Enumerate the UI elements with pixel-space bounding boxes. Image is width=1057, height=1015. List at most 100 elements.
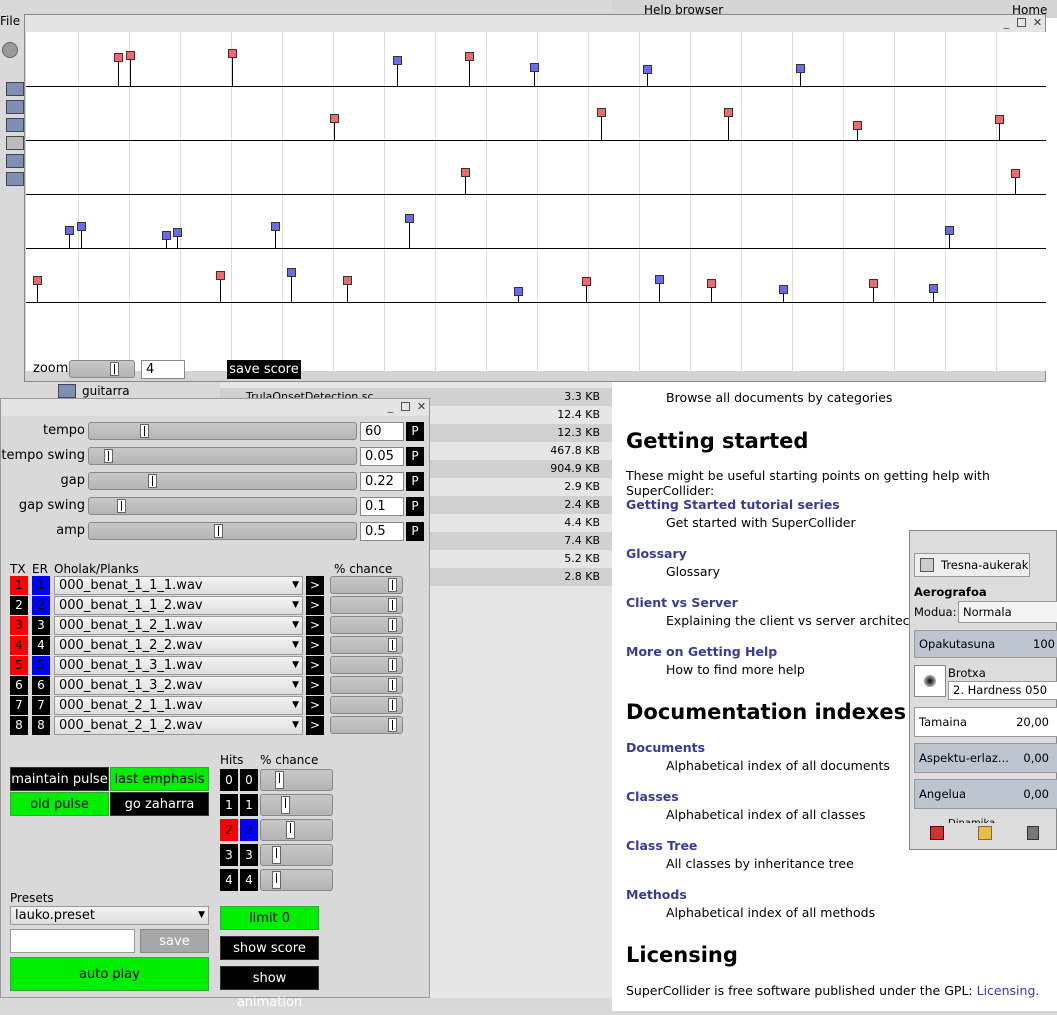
hits-chance-slider[interactable] — [260, 769, 333, 791]
slider-knob[interactable] — [388, 698, 397, 712]
slider-knob[interactable] — [272, 871, 281, 889]
plank-select[interactable]: 000_benat_1_1_2.wav ▼ — [54, 596, 303, 615]
event-marker[interactable] — [929, 284, 938, 293]
slider-knob[interactable] — [140, 424, 149, 438]
restore-icon[interactable] — [978, 826, 992, 840]
maximize-icon[interactable] — [1017, 18, 1026, 27]
event-marker[interactable] — [530, 63, 539, 72]
hits-chance-slider[interactable] — [260, 869, 333, 891]
tab-tool-options[interactable]: Tresna-aukerak — [914, 553, 1030, 577]
play-plank-button[interactable]: > — [306, 676, 324, 695]
record-icon[interactable] — [2, 42, 18, 58]
file-icon[interactable] — [6, 136, 24, 150]
save-preset-button[interactable]: save — [140, 929, 209, 953]
limit-button[interactable]: limit 0 — [220, 906, 319, 930]
maintain-pulse-button[interactable]: maintain pulse — [10, 767, 109, 791]
event-marker[interactable] — [162, 231, 171, 240]
event-marker[interactable] — [393, 56, 402, 65]
close-icon[interactable]: ✕ — [1032, 17, 1043, 28]
zoom-slider-knob[interactable] — [110, 362, 119, 376]
event-marker[interactable] — [514, 287, 523, 296]
slider-knob[interactable] — [214, 524, 223, 538]
hits-er-toggle[interactable]: 2 — [240, 819, 258, 841]
param-value-input[interactable]: 0.22 — [360, 472, 404, 491]
er-toggle[interactable]: 1 — [32, 576, 50, 595]
brush-input[interactable]: 2. Hardness 050 — [948, 681, 1057, 700]
tx-toggle[interactable]: 6 — [10, 676, 28, 695]
help-link[interactable]: Documents — [626, 740, 705, 755]
plank-select[interactable]: 000_benat_1_1_1.wav ▼ — [54, 576, 303, 595]
play-plank-button[interactable]: > — [306, 576, 324, 595]
plank-select[interactable]: 000_benat_2_1_1.wav ▼ — [54, 696, 303, 715]
er-toggle[interactable]: 5 — [32, 656, 50, 675]
param-value-input[interactable]: 0.5 — [360, 522, 404, 541]
chance-slider[interactable] — [330, 636, 403, 654]
event-marker[interactable] — [995, 115, 1004, 124]
event-marker[interactable] — [869, 279, 878, 288]
slider-knob[interactable] — [388, 598, 397, 612]
event-marker[interactable] — [465, 52, 474, 61]
p-button[interactable]: P — [406, 472, 424, 491]
slider-knob[interactable] — [388, 618, 397, 632]
hits-er-toggle[interactable]: 3 — [240, 844, 258, 866]
param-value-input[interactable]: 0.05 — [360, 447, 404, 466]
go-zaharra-button[interactable]: go zaharra — [110, 792, 209, 816]
folder-label[interactable]: guitarra — [82, 384, 130, 398]
slider-knob[interactable] — [272, 846, 281, 864]
angle-slider[interactable]: Angelua 0,00 — [914, 779, 1057, 809]
er-toggle[interactable]: 4 — [32, 636, 50, 655]
event-marker[interactable] — [271, 222, 280, 231]
event-marker[interactable] — [216, 271, 225, 280]
tx-toggle[interactable]: 5 — [10, 656, 28, 675]
help-link[interactable]: Getting Started tutorial series — [626, 497, 840, 512]
slider-knob[interactable] — [388, 658, 397, 672]
preset-name-input[interactable] — [10, 929, 135, 953]
tx-toggle[interactable]: 8 — [10, 716, 28, 735]
param-slider[interactable] — [88, 522, 357, 540]
event-marker[interactable] — [343, 276, 352, 285]
aspect-slider[interactable]: Aspektu-erlaz... 0,00 — [914, 743, 1057, 773]
old-pulse-button[interactable]: old pulse — [10, 792, 109, 816]
minimize-icon[interactable]: _ — [1001, 17, 1012, 28]
save-icon[interactable] — [930, 826, 944, 840]
trash-icon[interactable] — [1027, 826, 1039, 840]
chance-slider[interactable] — [330, 656, 403, 674]
chance-slider[interactable] — [330, 616, 403, 634]
p-button[interactable]: P — [406, 497, 424, 516]
help-link[interactable]: Classes — [626, 789, 679, 804]
event-marker[interactable] — [461, 168, 470, 177]
play-plank-button[interactable]: > — [306, 716, 324, 735]
show-animation-button[interactable]: show animation — [220, 966, 319, 1010]
slider-knob[interactable] — [388, 578, 397, 592]
hits-tx-toggle[interactable]: 4 — [220, 869, 238, 891]
zoom-slider[interactable] — [69, 360, 135, 378]
auto-play-button[interactable]: auto play — [10, 957, 209, 991]
size-slider[interactable]: Tamaina 20,00 — [914, 707, 1057, 737]
slider-knob[interactable] — [388, 678, 397, 692]
plank-select[interactable]: 000_benat_2_1_2.wav ▼ — [54, 716, 303, 735]
hits-tx-toggle[interactable]: 0 — [220, 769, 238, 791]
tx-toggle[interactable]: 2 — [10, 596, 28, 615]
event-marker[interactable] — [945, 226, 954, 235]
plank-select[interactable]: 000_benat_1_2_1.wav ▼ — [54, 616, 303, 635]
er-toggle[interactable]: 8 — [32, 716, 50, 735]
tx-toggle[interactable]: 1 — [10, 576, 28, 595]
er-toggle[interactable]: 2 — [32, 596, 50, 615]
event-marker[interactable] — [655, 275, 664, 284]
er-toggle[interactable]: 7 — [32, 696, 50, 715]
slider-knob[interactable] — [281, 796, 290, 814]
er-toggle[interactable]: 3 — [32, 616, 50, 635]
p-button[interactable]: P — [406, 422, 424, 441]
p-button[interactable]: P — [406, 447, 424, 466]
slider-knob[interactable] — [104, 449, 113, 463]
event-marker[interactable] — [1011, 169, 1020, 178]
tx-toggle[interactable]: 7 — [10, 696, 28, 715]
slider-knob[interactable] — [117, 499, 126, 513]
hits-er-toggle[interactable]: 1 — [240, 794, 258, 816]
maximize-icon[interactable] — [401, 402, 410, 411]
chance-slider[interactable] — [330, 696, 403, 714]
param-value-input[interactable]: 60 — [360, 422, 404, 441]
event-marker[interactable] — [287, 268, 296, 277]
save-score-button[interactable]: save score — [227, 360, 301, 379]
hits-er-toggle[interactable]: 0 — [240, 769, 258, 791]
